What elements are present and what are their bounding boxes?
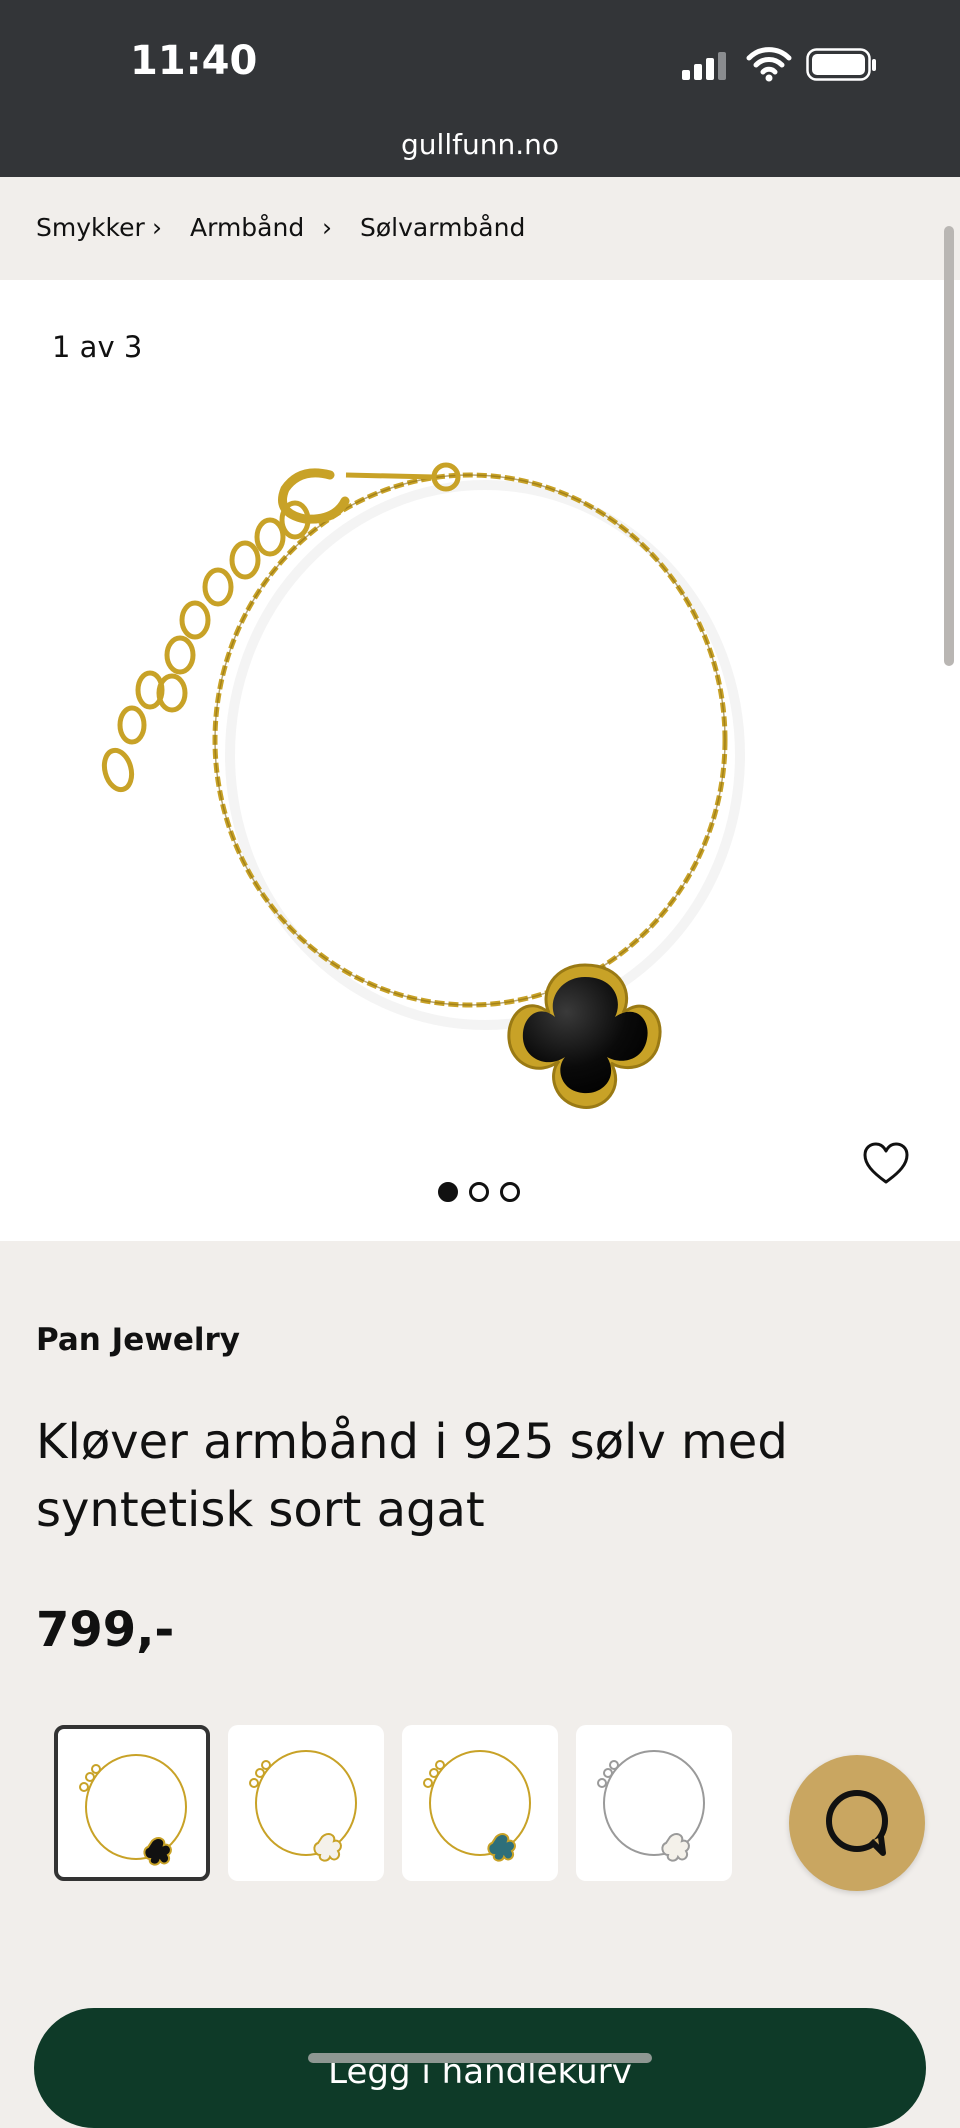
product-price: 799,- xyxy=(36,1602,175,1658)
product-gallery[interactable]: 1 av 3 xyxy=(0,280,960,1241)
gallery-dot[interactable] xyxy=(469,1182,489,1202)
variant-thumbnail-black[interactable] xyxy=(54,1725,210,1881)
status-bar: 11:40 gullfunn.no xyxy=(0,0,960,177)
signal-icon xyxy=(682,50,732,86)
breadcrumb-item-smykker[interactable]: Smykker xyxy=(36,213,145,242)
gallery-dot[interactable] xyxy=(438,1182,458,1202)
product-brand[interactable]: Pan Jewelry xyxy=(36,1322,240,1358)
chat-button[interactable] xyxy=(789,1755,925,1891)
add-to-cart-button[interactable]: Legg i handlekurv xyxy=(34,2008,926,2128)
wifi-icon xyxy=(746,46,792,86)
breadcrumb-item-solvarmband[interactable]: Sølvarmbånd xyxy=(360,213,525,242)
url-bar[interactable]: gullfunn.no xyxy=(0,128,960,161)
variant-thumbnail-abalone[interactable] xyxy=(402,1725,558,1881)
scrollbar[interactable] xyxy=(944,226,954,666)
battery-icon xyxy=(806,48,878,86)
breadcrumb-separator: › xyxy=(152,213,162,242)
gallery-dot[interactable] xyxy=(500,1182,520,1202)
status-time: 11:40 xyxy=(130,38,258,84)
gallery-counter: 1 av 3 xyxy=(52,330,143,364)
home-indicator xyxy=(308,2053,652,2063)
variant-thumbnail-silver[interactable] xyxy=(576,1725,732,1881)
breadcrumb: Smykker › Armbånd › Sølvarmbånd xyxy=(0,177,960,280)
breadcrumb-item-armband[interactable]: Armbånd xyxy=(190,213,304,242)
heart-icon[interactable] xyxy=(862,1142,910,1190)
breadcrumb-separator: › xyxy=(322,213,332,242)
product-title: Kløver armbånd i 925 sølv med syntetisk … xyxy=(36,1414,788,1538)
chat-icon xyxy=(826,1790,888,1856)
variant-thumbnail-white[interactable] xyxy=(228,1725,384,1881)
product-image[interactable] xyxy=(90,395,870,1135)
